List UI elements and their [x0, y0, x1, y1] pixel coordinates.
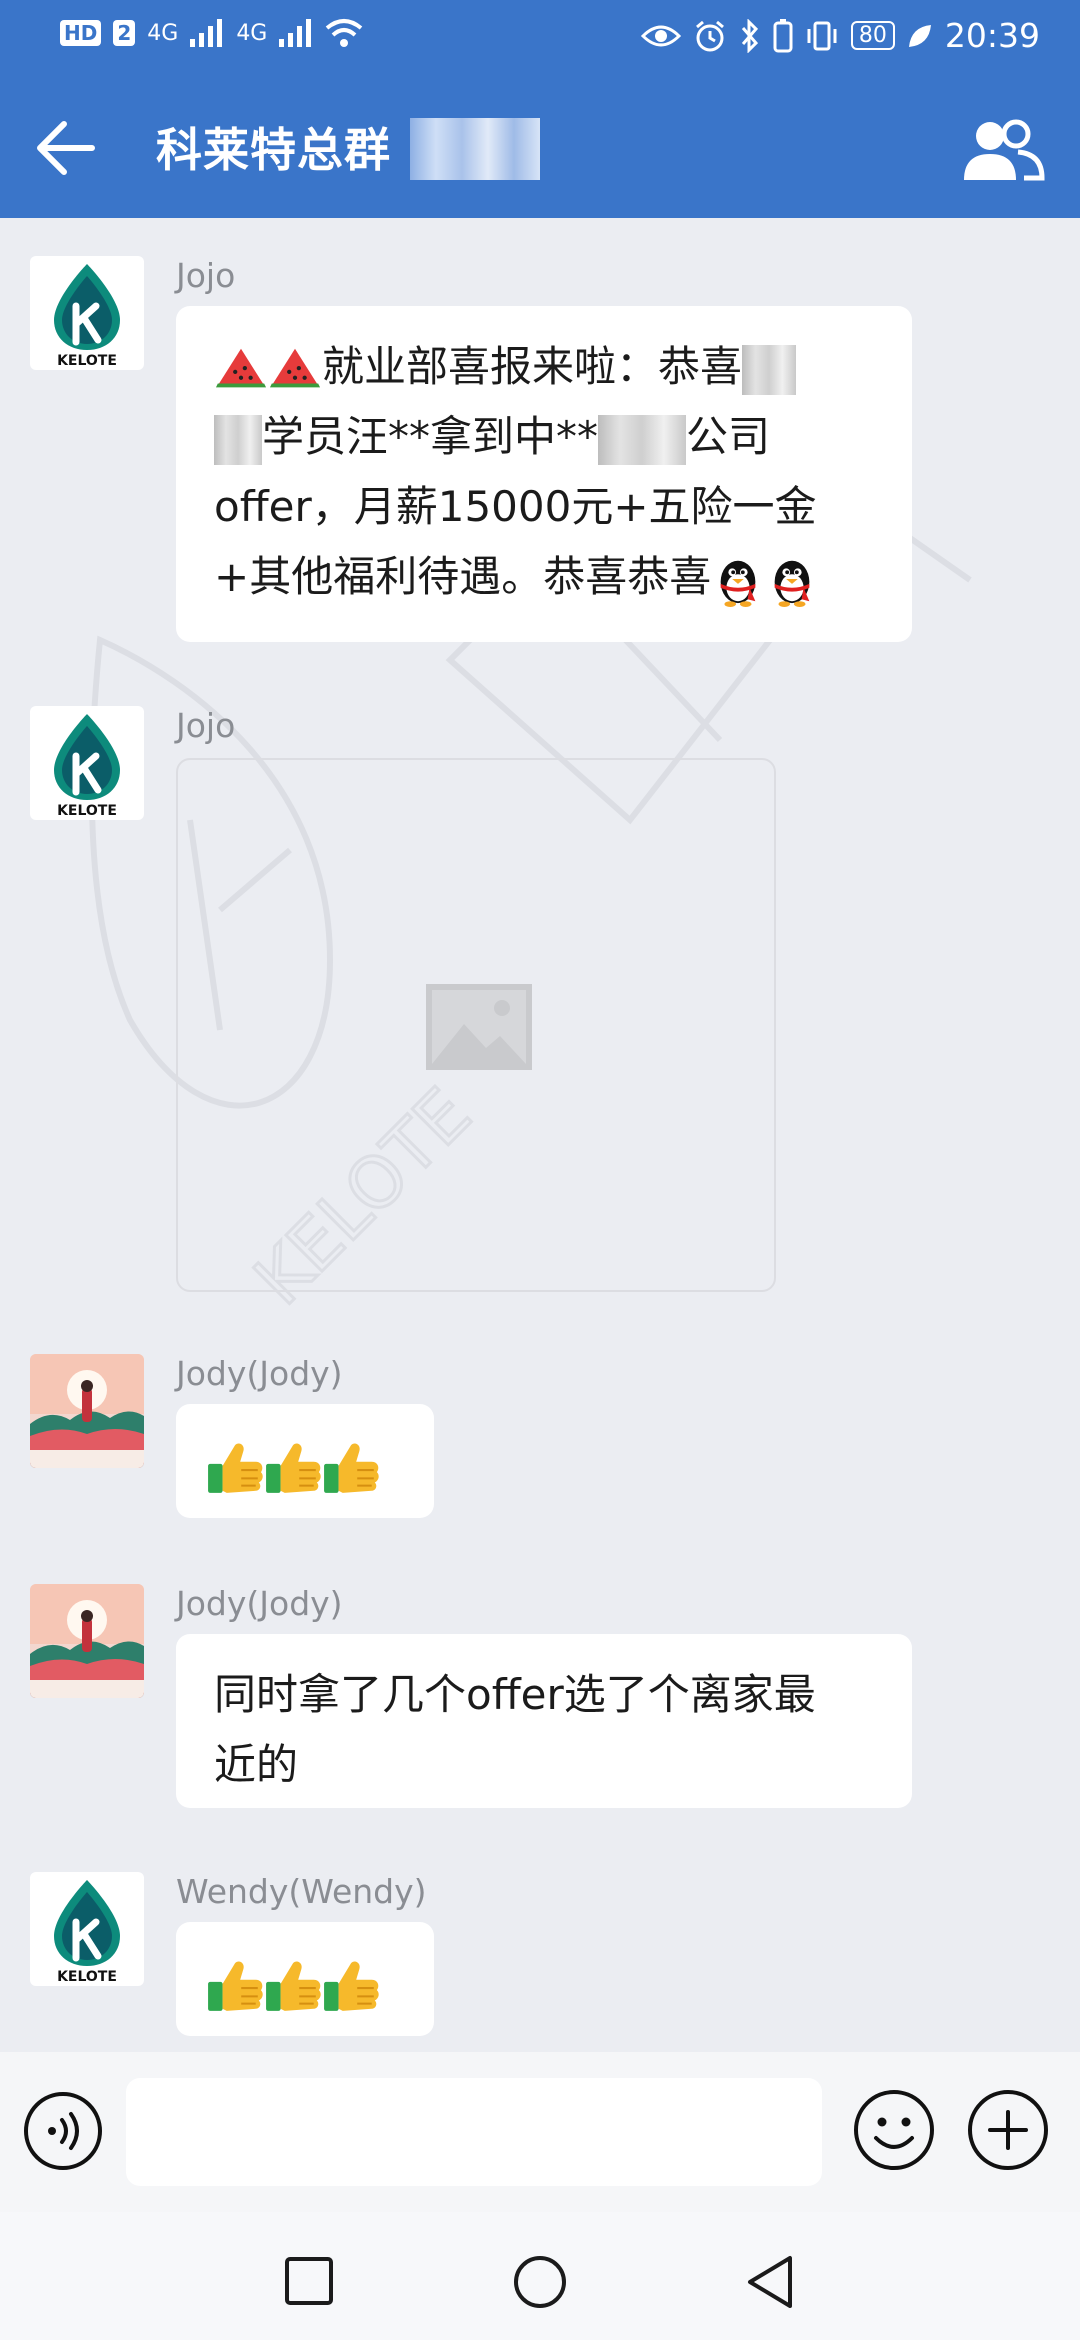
thumbs-up-icon — [322, 1957, 380, 2015]
app-bar: HD 2 4G 4G 80 20:39 科莱特总群 — [0, 0, 1080, 218]
vibrate-icon — [807, 21, 837, 50]
thumbs-up-icon — [206, 1439, 264, 1497]
plus-icon[interactable] — [966, 2088, 1050, 2172]
signal-bars-icon — [190, 19, 223, 47]
redaction-mask — [598, 414, 687, 465]
signal-1-label: 4G — [147, 20, 179, 46]
message-text: offer，月薪15000元+五险一金 — [214, 482, 817, 531]
svg-text:KELOTE: KELOTE — [57, 803, 117, 819]
message-input[interactable] — [126, 2078, 822, 2186]
voice-icon[interactable] — [22, 2090, 104, 2172]
watermelon-icon — [214, 343, 268, 397]
recent-apps-icon[interactable] — [284, 2256, 334, 2306]
title-redaction — [410, 118, 540, 180]
alarm-icon — [695, 20, 724, 51]
message-line: +其他福利待遇。恭喜恭喜 — [214, 542, 874, 612]
sunset-girl-avatar[interactable] — [30, 1354, 144, 1468]
message-bubble[interactable]: 就业部喜报来啦：恭喜 学员汪**拿到中** 公司 offer，月薪15000元+五… — [176, 306, 912, 642]
leaf-icon — [908, 24, 931, 47]
kelote-avatar[interactable]: KELOTE — [30, 706, 144, 820]
signal-2-label: 4G — [236, 20, 268, 46]
penguin-icon — [711, 553, 765, 607]
svg-text:KELOTE: KELOTE — [57, 1969, 117, 1985]
input-bar — [0, 2052, 1080, 2212]
svg-text:KELOTE: KELOTE — [57, 353, 117, 369]
message-bubble[interactable]: 同时拿了几个offer选了个离家最 近的 — [176, 1634, 912, 1808]
thumbs-up-icon — [264, 1439, 322, 1497]
message-text: 就业部喜报来啦：恭喜 — [322, 342, 743, 391]
group-members-icon[interactable] — [952, 110, 1052, 190]
sunset-girl-avatar[interactable] — [30, 1584, 144, 1698]
redaction-mask — [742, 344, 797, 395]
kelote-avatar[interactable]: KELOTE — [30, 1872, 144, 1986]
message-bubble[interactable] — [176, 1922, 434, 2036]
chat-title: 科莱特总群 — [156, 123, 391, 177]
arrow-left-icon[interactable] — [28, 108, 108, 188]
clock: 20:39 — [944, 16, 1040, 55]
sender-name: Jojo — [176, 706, 236, 745]
signal-bars-icon — [279, 19, 312, 47]
redaction-mask — [214, 414, 262, 465]
bluetooth-icon — [741, 18, 758, 53]
eye-icon — [640, 25, 681, 46]
battery-level: 80 — [850, 21, 895, 50]
hd-badge: HD — [60, 20, 102, 46]
message-text: 公司 — [686, 412, 771, 461]
smiley-icon[interactable] — [852, 2088, 936, 2172]
kelote-avatar[interactable]: KELOTE — [30, 256, 144, 370]
watermelon-icon — [268, 343, 322, 397]
image-message[interactable] — [176, 758, 776, 1292]
thumbs-up-icon — [206, 1957, 264, 2015]
thumbs-up-icon — [264, 1957, 322, 2015]
message-text: 同时拿了几个offer选了个离家最 — [214, 1670, 816, 1719]
status-left: HD 2 4G 4G — [60, 18, 363, 48]
message-text: 学员汪**拿到中** — [262, 412, 599, 461]
status-bar: HD 2 4G 4G 80 20:39 — [0, 0, 1080, 76]
status-right: 80 20:39 — [640, 16, 1040, 55]
sender-name: Wendy(Wendy) — [176, 1872, 427, 1911]
message-text: 近的 — [214, 1740, 299, 1789]
image-placeholder-icon — [426, 984, 532, 1070]
thumbs-up-icon — [322, 1439, 380, 1497]
sender-name: Jody(Jody) — [176, 1584, 343, 1623]
wifi-icon — [326, 19, 363, 47]
message-bubble[interactable] — [176, 1404, 434, 1518]
penguin-icon — [765, 553, 819, 607]
back-triangle-icon[interactable] — [742, 2252, 798, 2312]
sim2-badge: 2 — [113, 20, 136, 46]
home-icon[interactable] — [512, 2254, 568, 2310]
message-line: 就业部喜报来啦：恭喜 — [214, 332, 874, 402]
message-line: 学员汪**拿到中** 公司 — [214, 402, 874, 472]
sender-name: Jojo — [176, 256, 236, 295]
message-text: +其他福利待遇。恭喜恭喜 — [214, 552, 712, 601]
battery-saver-icon — [773, 18, 793, 52]
system-nav-bar — [0, 2212, 1080, 2340]
sender-name: Jody(Jody) — [176, 1354, 343, 1393]
